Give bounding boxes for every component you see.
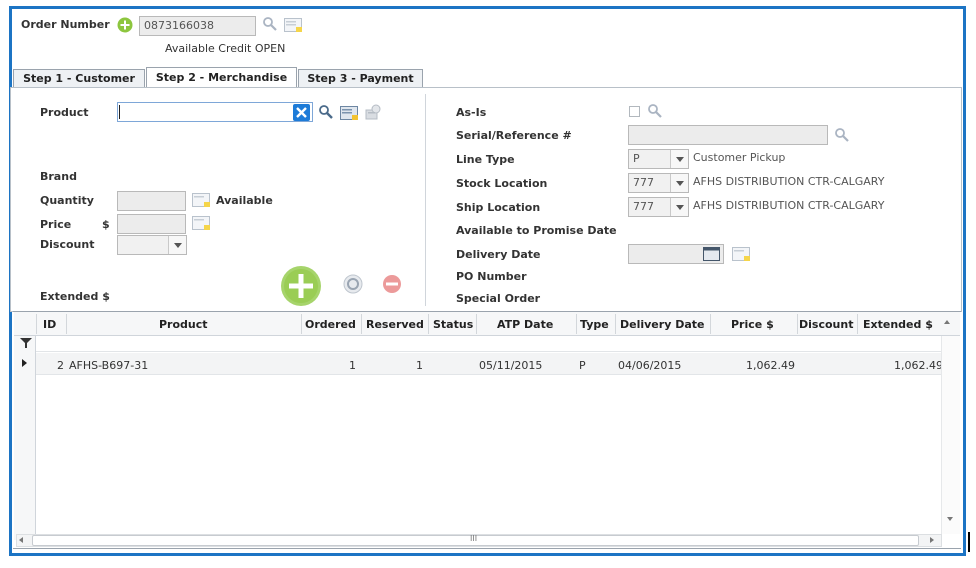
available-label: Available: [216, 194, 273, 207]
remove-line-button[interactable]: [382, 274, 402, 294]
discount-select[interactable]: [117, 235, 187, 255]
chevron-down-icon[interactable]: [168, 236, 186, 254]
product-notes-icon[interactable]: [340, 106, 358, 120]
text-cursor: [119, 105, 120, 119]
stock-location-label: Stock Location: [456, 177, 548, 190]
column-header-atp-date[interactable]: ATP Date: [497, 318, 553, 331]
order-number-field[interactable]: 0873166038: [139, 16, 256, 36]
serial-reference-label: Serial/Reference #: [456, 129, 572, 142]
cell-id: 2: [57, 359, 64, 372]
cell-price: 1,062.49: [746, 359, 795, 372]
cell-reserved: 1: [416, 359, 423, 372]
as-is-search-icon[interactable]: [647, 103, 663, 119]
calendar-icon[interactable]: [703, 247, 720, 261]
chevron-down-icon[interactable]: [670, 174, 688, 192]
chevron-down-icon[interactable]: [670, 198, 688, 216]
quantity-notes-icon[interactable]: [192, 193, 210, 207]
column-header-type[interactable]: Type: [580, 318, 609, 331]
cell-delivery-date: 04/06/2015: [618, 359, 682, 372]
price-input[interactable]: [117, 214, 186, 234]
serial-search-icon[interactable]: [834, 127, 850, 143]
ship-location-label: Ship Location: [456, 201, 541, 214]
price-notes-icon[interactable]: [192, 216, 210, 230]
current-row-arrow-icon: [22, 359, 27, 367]
stock-location-description: AFHS DISTRIBUTION CTR-CALGARY: [693, 175, 885, 188]
scroll-right-icon[interactable]: [930, 537, 934, 543]
cell-product: AFHS-B697-31: [69, 359, 149, 372]
column-header-ordered[interactable]: Ordered: [305, 318, 356, 331]
add-order-icon[interactable]: [117, 17, 133, 33]
filter-icon[interactable]: [20, 337, 32, 349]
price-currency-label: $: [102, 218, 110, 231]
po-number-label: PO Number: [456, 270, 527, 283]
column-header-product[interactable]: Product: [159, 318, 208, 331]
panel-divider: [425, 94, 426, 306]
search-product-icon[interactable]: [318, 104, 334, 120]
cell-extended: 1,062.49: [894, 359, 943, 372]
ship-location-description: AFHS DISTRIBUTION CTR-CALGARY: [693, 199, 885, 212]
atp-date-label: Available to Promise Date: [456, 224, 617, 237]
scroll-down-icon[interactable]: [947, 517, 953, 521]
line-type-label: Line Type: [456, 153, 515, 166]
add-line-button[interactable]: [280, 265, 322, 307]
product-options-icon[interactable]: [364, 104, 382, 121]
line-type-select[interactable]: P: [628, 149, 689, 169]
scroll-up-icon[interactable]: [944, 320, 950, 324]
ship-location-value: 777: [633, 200, 654, 213]
stock-location-select[interactable]: 777: [628, 173, 689, 193]
column-header-id[interactable]: ID: [43, 318, 56, 331]
column-header-status[interactable]: Status: [433, 318, 473, 331]
vertical-scrollbar[interactable]: [941, 336, 960, 534]
chevron-down-icon[interactable]: [670, 150, 688, 168]
column-header-extended[interactable]: Extended $: [863, 318, 933, 331]
cell-atp-date: 05/11/2015: [479, 359, 543, 372]
line-type-description: Customer Pickup: [693, 151, 786, 164]
quantity-input[interactable]: [117, 191, 186, 211]
cell-ordered: 1: [349, 359, 356, 372]
filter-row[interactable]: [36, 336, 960, 352]
special-order-label: Special Order: [456, 292, 541, 305]
brand-label: Brand: [40, 170, 77, 183]
delivery-notes-icon[interactable]: [732, 247, 750, 261]
delivery-date-label: Delivery Date: [456, 248, 541, 261]
tab-step3-payment[interactable]: Step 3 - Payment: [298, 69, 423, 88]
product-label: Product: [40, 106, 89, 119]
available-credit-text: Available Credit OPEN: [165, 42, 286, 55]
as-is-label: As-Is: [456, 106, 487, 119]
cell-type: P: [579, 359, 586, 372]
resize-marker: [968, 532, 970, 552]
ship-location-select[interactable]: 777: [628, 197, 689, 217]
scroll-thumb-grip: III: [470, 534, 478, 543]
order-number-label: Order Number: [21, 18, 110, 31]
column-header-price[interactable]: Price $: [731, 318, 774, 331]
tab-step2-merchandise[interactable]: Step 2 - Merchandise: [146, 67, 297, 88]
price-label: Price: [40, 218, 72, 231]
quantity-label: Quantity: [40, 194, 94, 207]
extended-label: Extended $: [40, 290, 110, 303]
clear-product-icon[interactable]: [293, 104, 310, 121]
line-type-value: P: [633, 152, 640, 165]
column-header-reserved[interactable]: Reserved: [366, 318, 424, 331]
product-input[interactable]: [117, 102, 313, 122]
tab-step1-customer[interactable]: Step 1 - Customer: [13, 69, 145, 88]
discount-label: Discount: [40, 238, 95, 251]
search-order-icon[interactable]: [262, 16, 278, 32]
stock-location-value: 777: [633, 176, 654, 189]
refresh-line-button[interactable]: [343, 274, 363, 294]
serial-reference-input[interactable]: [628, 125, 828, 145]
column-header-delivery-date[interactable]: Delivery Date: [620, 318, 704, 331]
order-notes-icon[interactable]: [284, 18, 302, 32]
scroll-left-icon[interactable]: [19, 537, 23, 543]
as-is-checkbox[interactable]: [629, 106, 640, 117]
column-header-discount[interactable]: Discount: [799, 318, 853, 331]
